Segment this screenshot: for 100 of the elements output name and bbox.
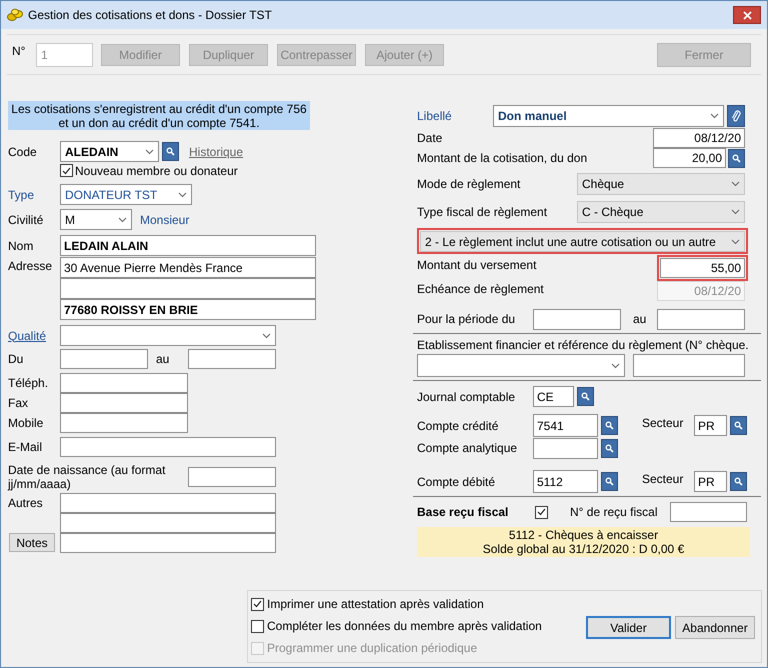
field-label: Date de naissance (au format jj/mm/aaaa) — [8, 463, 166, 491]
checkbox-label: Nouveau membre ou donateur — [75, 162, 238, 180]
input-field[interactable] — [60, 392, 188, 412]
search-button[interactable] — [577, 387, 594, 406]
input-field[interactable]: 7541 — [533, 414, 598, 437]
input-field[interactable]: PR — [694, 471, 727, 492]
field-label: Téléph. — [8, 374, 50, 392]
input-field[interactable]: LEDAIN ALAIN — [60, 235, 316, 256]
input-field[interactable]: 55,00 — [660, 258, 745, 278]
dropdown[interactable]: 2 - Le règlement inclut une autre cotisation ou un autre — [420, 231, 745, 252]
number-label: N° — [12, 43, 26, 60]
field-label: Civilité — [8, 212, 44, 228]
option-label: Compléter les données du membre après validation — [267, 618, 542, 635]
search-button[interactable] — [730, 416, 747, 435]
search-button[interactable] — [601, 416, 618, 435]
dropdown[interactable]: M — [60, 209, 132, 230]
field-label: Secteur — [642, 471, 684, 488]
field-label: Base reçu fiscal — [417, 504, 510, 521]
chevron-down-icon — [178, 192, 187, 198]
field-label: Compte analytique — [417, 440, 518, 457]
action-button[interactable]: Valider — [586, 616, 671, 639]
checkbox[interactable] — [535, 506, 548, 518]
field-label: au — [632, 311, 648, 328]
field-label: Etablissement financier et référence du règlement (N° chèque. — [417, 336, 750, 354]
dropdown[interactable] — [60, 325, 276, 346]
field-label: Type fiscal de règlement — [417, 204, 548, 221]
search-icon — [734, 421, 743, 430]
input-field[interactable] — [60, 532, 276, 552]
option-label: Programmer une duplication périodique — [267, 640, 478, 657]
input-field[interactable] — [533, 308, 621, 330]
field-label: Montant de la cotisation, du don — [417, 150, 588, 167]
field-label: Journal comptable — [417, 388, 516, 406]
field-label: Compte débité — [417, 474, 496, 490]
search-icon — [734, 477, 743, 486]
checkbox[interactable] — [60, 164, 73, 177]
search-button[interactable] — [162, 142, 179, 161]
info-banner: Les cotisations s'enregistrent au crédit d'un compte 756 et un don au crédit d'un compte 7541. — [8, 101, 310, 130]
action-button[interactable]: Abandonner — [675, 616, 755, 639]
input-field[interactable] — [533, 438, 598, 458]
close-button[interactable] — [733, 6, 761, 24]
field-label: au — [156, 351, 170, 368]
input-field[interactable] — [60, 278, 316, 299]
field-label: Adresse — [8, 258, 54, 275]
option-label: Imprimer une attestation après validation — [267, 596, 484, 613]
history-link[interactable]: Historique — [189, 142, 244, 160]
search-icon — [581, 392, 590, 401]
search-icon — [605, 444, 614, 452]
input-field[interactable]: 77680 ROISSY EN BRIE — [60, 299, 316, 320]
field-label: Autres — [8, 494, 44, 512]
chevron-down-icon — [262, 332, 271, 338]
dropdown[interactable]: DONATEUR TST — [60, 184, 192, 205]
input-field[interactable] — [670, 502, 747, 522]
field-label: Date — [417, 130, 444, 146]
field-label: Fax — [8, 394, 30, 412]
checkmark-icon — [537, 508, 546, 516]
input-field[interactable] — [188, 349, 276, 369]
field-label: Pour la période du — [417, 311, 516, 328]
checkmark-icon — [62, 166, 71, 174]
notes-button[interactable]: Notes — [9, 533, 55, 552]
input-field[interactable] — [657, 308, 745, 330]
chevron-down-icon — [145, 148, 154, 154]
chevron-down-icon — [611, 362, 620, 368]
search-button[interactable] — [730, 472, 747, 491]
input-field[interactable] — [60, 412, 188, 432]
field-label: N° de reçu fiscal — [570, 504, 658, 521]
checkbox[interactable] — [251, 620, 264, 632]
input-field[interactable] — [60, 492, 276, 512]
input-field[interactable] — [60, 349, 148, 369]
input-field[interactable] — [188, 467, 276, 487]
input-field[interactable]: PR — [694, 415, 727, 436]
field-label: Libellé — [417, 108, 453, 125]
input-field[interactable] — [60, 436, 276, 456]
dropdown[interactable]: Don manuel — [493, 105, 724, 127]
field-label: Code — [8, 144, 38, 160]
search-icon — [605, 477, 614, 486]
chevron-down-icon — [731, 181, 740, 187]
search-button[interactable] — [601, 438, 618, 458]
search-icon — [732, 154, 741, 162]
input-field[interactable]: 30 Avenue Pierre Mendès France — [60, 257, 316, 278]
dropdown[interactable]: Chèque — [577, 173, 745, 195]
input-field[interactable] — [60, 372, 188, 392]
checkbox[interactable] — [251, 598, 264, 610]
dropdown[interactable] — [417, 354, 625, 377]
input-field[interactable] — [633, 354, 745, 377]
search-button[interactable] — [601, 472, 618, 491]
search-button[interactable] — [728, 148, 745, 168]
input-field[interactable]: 5112 — [533, 470, 598, 493]
field-label: Du — [8, 351, 24, 368]
search-icon — [605, 421, 614, 430]
attachment-button[interactable] — [727, 105, 745, 127]
field-label: Secteur — [642, 415, 684, 432]
input-field[interactable]: 08/12/20 — [653, 128, 745, 148]
field-label: Compte crédité — [417, 418, 500, 434]
chevron-down-icon — [731, 238, 740, 244]
dropdown[interactable]: ALEDAIN — [60, 141, 159, 162]
account-info-line: Solde global au 31/12/2020 : D 0,00 € — [482, 542, 684, 556]
input-field[interactable] — [60, 512, 276, 532]
input-field[interactable]: 20,00 — [653, 148, 726, 168]
input-field[interactable]: CE — [533, 386, 574, 407]
dropdown[interactable]: C - Chèque — [577, 201, 745, 223]
